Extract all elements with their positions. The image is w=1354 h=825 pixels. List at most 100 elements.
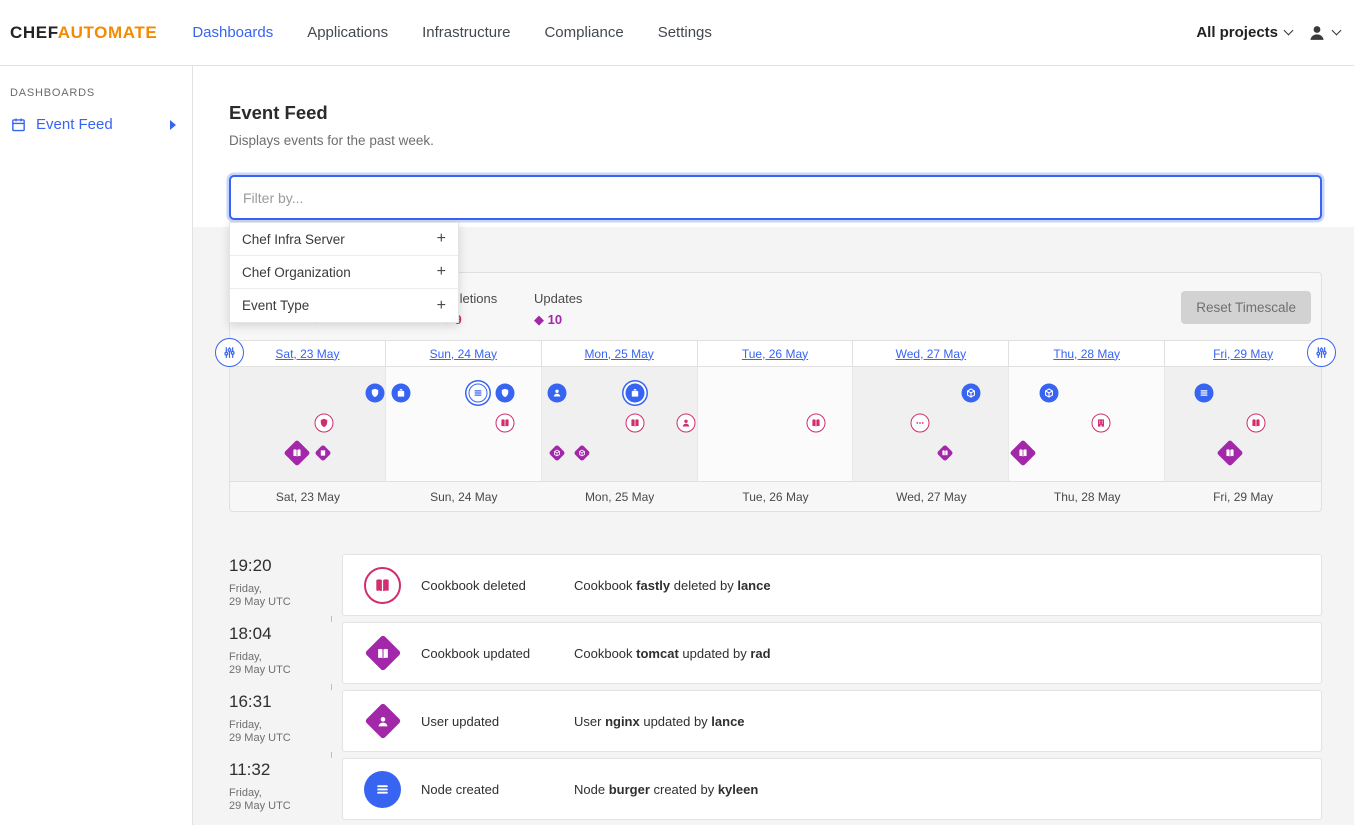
event-list: 19:20Friday,29 May UTCCookbook deletedCo…: [229, 554, 1322, 820]
day-link-thu-28-may[interactable]: Thu, 28 May: [1009, 341, 1165, 366]
sidebar-item-event-feed[interactable]: Event Feed: [0, 111, 192, 138]
event-time: 16:31: [229, 692, 342, 712]
cookbook-updated-event[interactable]: [1217, 440, 1244, 467]
projects-filter-dropdown[interactable]: All projects: [1196, 24, 1292, 41]
databag-created-event[interactable]: [392, 384, 411, 403]
sidebar-heading: DASHBOARDS: [0, 87, 192, 99]
cookbook-updated-event[interactable]: [937, 445, 954, 462]
event-card[interactable]: Cookbook updatedCookbook tomcat updated …: [342, 622, 1322, 684]
building-icon: [319, 449, 327, 457]
event-day: Friday,: [229, 651, 342, 664]
entity-name: rad: [750, 646, 770, 661]
sliders-icon: [1313, 344, 1330, 361]
event-date: 29 May UTC: [229, 664, 342, 677]
cube-icon: [1044, 388, 1055, 399]
page-subtitle: Displays events for the past week.: [229, 133, 1322, 149]
main-content: Event Feed Displays events for the past …: [193, 66, 1354, 825]
book-icon: [1225, 448, 1236, 459]
event-card[interactable]: Cookbook deletedCookbook fastly deleted …: [342, 554, 1322, 616]
policyfile-updated-event[interactable]: [574, 445, 591, 462]
stat-value: ◆ 10: [534, 312, 582, 328]
description-text: User: [574, 714, 605, 729]
day-link-tue-26-may[interactable]: Tue, 26 May: [698, 341, 854, 366]
reset-timescale-button[interactable]: Reset Timescale: [1181, 291, 1311, 324]
cookbook-updated-event[interactable]: [1010, 440, 1037, 467]
filter-option-event-type[interactable]: Event Type+: [230, 289, 458, 322]
building-icon: [1096, 418, 1107, 429]
event-time: 11:32: [229, 760, 342, 780]
nav-infrastructure[interactable]: Infrastructure: [405, 0, 527, 66]
user-profile-icon: [1306, 22, 1328, 44]
cookbook-deleted-event[interactable]: [496, 414, 515, 433]
event-date: 29 May UTC: [229, 800, 342, 813]
event-day: Friday,: [229, 719, 342, 732]
event-date: 29 May UTC: [229, 732, 342, 745]
multiple-events-deleted[interactable]: [911, 414, 930, 433]
client-created-event[interactable]: [366, 384, 385, 403]
node-created-event[interactable]: [1195, 384, 1214, 403]
main-nav: DashboardsApplicationsInfrastructureComp…: [175, 0, 729, 66]
day-link-sat-23-may[interactable]: Sat, 23 May: [230, 341, 386, 366]
day-link-mon-25-may[interactable]: Mon, 25 May: [542, 341, 698, 366]
cookbook-deleted-event[interactable]: [626, 414, 645, 433]
client-deleted-event[interactable]: [315, 414, 334, 433]
book-icon: [373, 576, 392, 595]
filter-input[interactable]: [229, 175, 1322, 220]
bag-icon: [630, 388, 641, 399]
entity-name: nginx: [605, 714, 640, 729]
event-card[interactable]: Node createdNode burger created by kylee…: [342, 758, 1322, 820]
diamond-shape: [364, 703, 401, 740]
policyfile-created-event[interactable]: [1040, 384, 1059, 403]
event-day: Friday,: [229, 787, 342, 800]
day-label-thu-28-may: Thu, 28 May: [1009, 482, 1165, 511]
timeline-day-links: Sat, 23 MaySun, 24 MayMon, 25 MayTue, 26…: [230, 340, 1321, 367]
event-timestamp: 16:31 Friday,29 May UTC: [229, 690, 342, 752]
event-card[interactable]: User updatedUser nginx updated by lance: [342, 690, 1322, 752]
page-title: Event Feed: [229, 102, 1322, 124]
entity-name: lance: [711, 714, 744, 729]
topbar-right: All projects: [1196, 22, 1340, 44]
timescale-left-handle[interactable]: [215, 338, 244, 367]
day-link-wed-27-may[interactable]: Wed, 27 May: [853, 341, 1009, 366]
node-created-event-selected[interactable]: [469, 384, 488, 403]
organization-updated-event[interactable]: [315, 445, 332, 462]
calendar-icon: [10, 116, 27, 133]
event-description: User nginx updated by lance: [574, 714, 745, 729]
bag-icon: [396, 388, 407, 399]
event-type-label: Cookbook updated: [421, 646, 574, 661]
nav-applications[interactable]: Applications: [290, 0, 405, 66]
person-icon: [375, 714, 390, 729]
chef-automate-logo[interactable]: CHEFAUTOMATE: [10, 23, 157, 43]
cookbook-updated-event[interactable]: [284, 440, 311, 467]
description-text: deleted by: [670, 578, 737, 593]
filter-option-chef-infra-server[interactable]: Chef Infra Server+: [230, 223, 458, 256]
databag-created-event-selected[interactable]: [626, 384, 645, 403]
lines-icon: [1199, 388, 1210, 399]
person-diamond-icon: [364, 703, 401, 740]
policyfile-created-event[interactable]: [962, 384, 981, 403]
chevron-down-icon: [1284, 26, 1294, 36]
cookbook-deleted-event[interactable]: [807, 414, 826, 433]
filter-option-label: Chef Organization: [242, 265, 351, 280]
book-diamond-icon: [364, 635, 401, 672]
filter-option-chef-organization[interactable]: Chef Organization+: [230, 256, 458, 289]
timeline-grid: [230, 367, 1321, 482]
timescale-right-handle[interactable]: [1307, 338, 1336, 367]
day-link-sun-24-may[interactable]: Sun, 24 May: [386, 341, 542, 366]
nav-dashboards[interactable]: Dashboards: [175, 0, 290, 66]
event-timestamp: 19:20Friday,29 May UTC: [229, 554, 342, 616]
event-date: 29 May UTC: [229, 596, 342, 609]
day-link-fri-29-may[interactable]: Fri, 29 May: [1165, 341, 1321, 366]
nav-compliance[interactable]: Compliance: [527, 0, 640, 66]
organization-deleted-event[interactable]: [1092, 414, 1111, 433]
client-created-event[interactable]: [496, 384, 515, 403]
plus-icon: +: [437, 298, 446, 314]
lines-icon: [473, 388, 484, 399]
entity-name: burger: [609, 782, 650, 797]
nav-settings[interactable]: Settings: [641, 0, 729, 66]
user-menu[interactable]: [1306, 22, 1340, 44]
cookbook-deleted-event[interactable]: [1247, 414, 1266, 433]
user-deleted-event[interactable]: [677, 414, 696, 433]
policyfile-updated-event[interactable]: [549, 445, 566, 462]
user-created-event[interactable]: [548, 384, 567, 403]
